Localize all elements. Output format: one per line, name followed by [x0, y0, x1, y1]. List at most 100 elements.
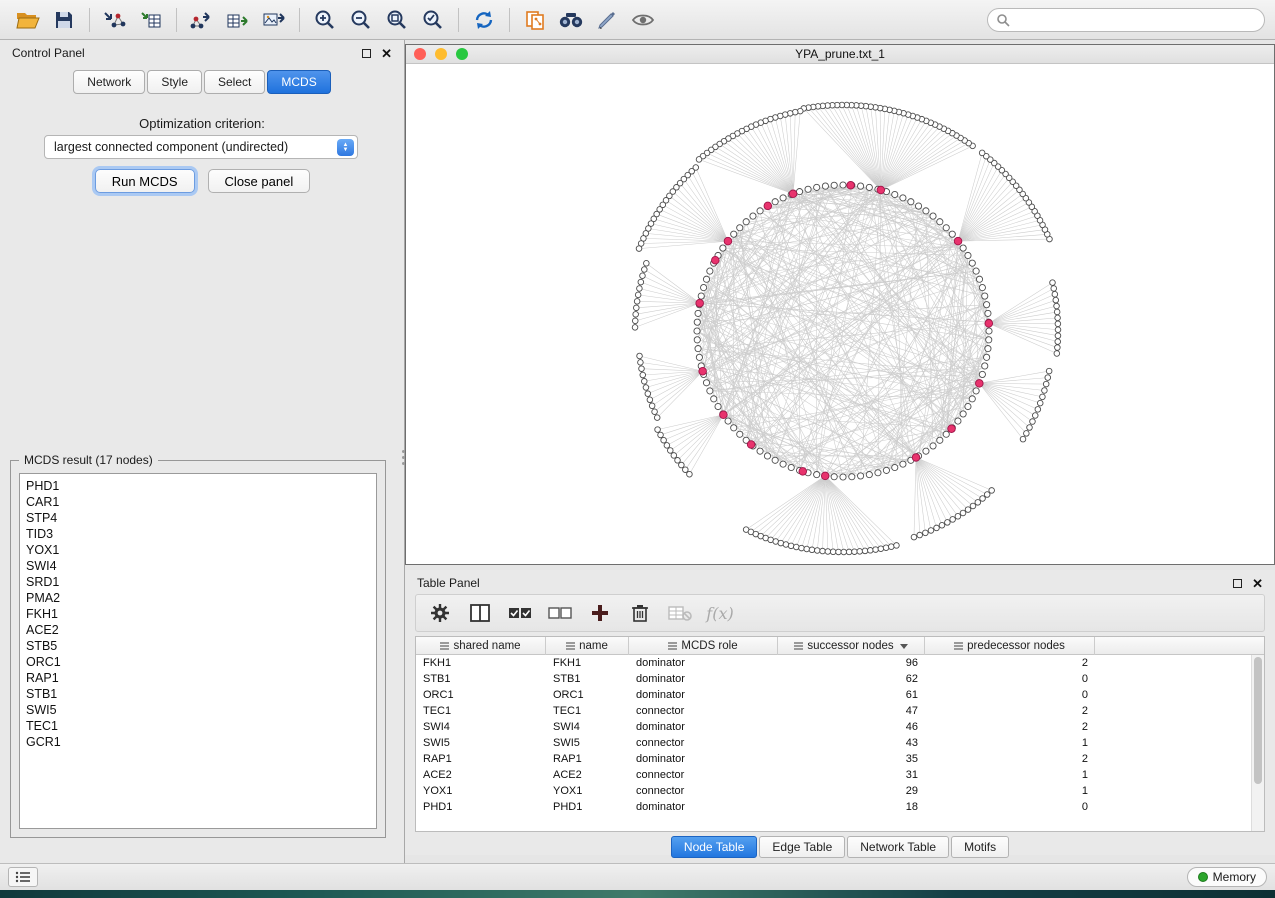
tab-node-table[interactable]: Node Table — [671, 836, 758, 858]
column-options-icon[interactable] — [668, 642, 677, 650]
annotate-icon[interactable] — [589, 5, 625, 35]
dropdown-stepper-icon: ▲▼ — [337, 139, 354, 156]
table-row[interactable]: PHD1PHD1dominator180 — [416, 799, 1264, 815]
table-cell: STB1 — [546, 671, 629, 687]
tab-network[interactable]: Network — [73, 70, 145, 94]
table-row[interactable]: STB1STB1dominator620 — [416, 671, 1264, 687]
mcds-result-item[interactable]: RAP1 — [26, 670, 376, 686]
mcds-result-item[interactable]: STB5 — [26, 638, 376, 654]
open-file-icon[interactable] — [10, 5, 46, 35]
float-panel-icon[interactable] — [362, 49, 371, 58]
mcds-result-item[interactable]: TID3 — [26, 526, 376, 542]
network-titlebar[interactable]: YPA_prune.txt_1 — [406, 45, 1274, 64]
tab-motifs[interactable]: Motifs — [951, 836, 1009, 858]
table-row[interactable]: SWI5SWI5connector431 — [416, 735, 1264, 751]
mcds-result-item[interactable]: PHD1 — [26, 478, 376, 494]
clear-table-icon[interactable] — [668, 601, 692, 625]
first-neighbors-icon[interactable] — [553, 5, 589, 35]
criterion-value: largest connected component (undirected) — [54, 140, 288, 154]
export-network-icon[interactable] — [184, 5, 220, 35]
table-cell: connector — [629, 703, 778, 719]
criterion-dropdown[interactable]: largest connected component (undirected)… — [44, 135, 358, 159]
zoom-out-icon[interactable] — [343, 5, 379, 35]
close-panel-button[interactable]: Close panel — [208, 169, 311, 193]
mcds-result-item[interactable]: PMA2 — [26, 590, 376, 606]
mcds-result-item[interactable]: CAR1 — [26, 494, 376, 510]
run-mcds-button[interactable]: Run MCDS — [95, 169, 195, 193]
table-cell: SWI5 — [546, 735, 629, 751]
toolbar-separator — [89, 8, 90, 32]
table-row[interactable]: RAP1RAP1dominator352 — [416, 751, 1264, 767]
network-graph[interactable] — [406, 64, 1274, 564]
mcds-result-item[interactable]: GCR1 — [26, 734, 376, 750]
column-header-name[interactable]: name — [546, 637, 629, 655]
add-icon[interactable] — [588, 601, 612, 625]
zoom-selected-icon[interactable] — [415, 5, 451, 35]
network-canvas[interactable] — [406, 64, 1274, 564]
zoom-in-icon[interactable] — [307, 5, 343, 35]
select-all-icon[interactable] — [508, 601, 532, 625]
tab-style[interactable]: Style — [147, 70, 202, 94]
table-cell: 96 — [778, 655, 925, 671]
refresh-icon[interactable] — [466, 5, 502, 35]
float-table-panel-icon[interactable] — [1233, 579, 1242, 588]
table-row[interactable]: FKH1FKH1dominator962 — [416, 655, 1264, 671]
mcds-result-item[interactable]: STP4 — [26, 510, 376, 526]
close-table-panel-icon[interactable]: ✕ — [1252, 577, 1263, 590]
table-row[interactable]: ORC1ORC1dominator610 — [416, 687, 1264, 703]
import-network-icon[interactable] — [97, 5, 133, 35]
export-image-icon[interactable] — [256, 5, 292, 35]
import-table-icon[interactable] — [133, 5, 169, 35]
mcds-result-item[interactable]: ORC1 — [26, 654, 376, 670]
column-options-icon[interactable] — [440, 642, 449, 650]
export-table-icon[interactable] — [220, 5, 256, 35]
mcds-result-title: MCDS result (17 nodes) — [19, 453, 158, 467]
table-cell: dominator — [629, 799, 778, 815]
search-box[interactable] — [987, 8, 1265, 32]
mcds-result-item[interactable]: SWI5 — [26, 702, 376, 718]
zoom-fit-icon[interactable] — [379, 5, 415, 35]
mcds-result-item[interactable]: FKH1 — [26, 606, 376, 622]
column-header-shared-name[interactable]: shared name — [416, 637, 546, 655]
deselect-all-icon[interactable] — [548, 601, 572, 625]
table-row[interactable]: YOX1YOX1connector291 — [416, 783, 1264, 799]
delete-icon[interactable] — [628, 601, 652, 625]
tab-mcds[interactable]: MCDS — [267, 70, 330, 94]
save-icon[interactable] — [46, 5, 82, 35]
mcds-result-list[interactable]: PHD1CAR1STP4TID3YOX1SWI4SRD1PMA2FKH1ACE2… — [19, 473, 377, 829]
table-cell: dominator — [629, 719, 778, 735]
table-row[interactable]: TEC1TEC1connector472 — [416, 703, 1264, 719]
mcds-result-item[interactable]: SRD1 — [26, 574, 376, 590]
mcds-result-item[interactable]: ACE2 — [26, 622, 376, 638]
mcds-result-item[interactable]: TEC1 — [26, 718, 376, 734]
mcds-result-item[interactable]: SWI4 — [26, 558, 376, 574]
gear-icon[interactable] — [428, 601, 452, 625]
table-cell: SWI4 — [416, 719, 546, 735]
close-panel-icon[interactable]: ✕ — [381, 47, 392, 60]
tab-select[interactable]: Select — [204, 70, 265, 94]
columns-icon[interactable] — [468, 601, 492, 625]
tab-edge-table[interactable]: Edge Table — [759, 836, 845, 858]
table-row[interactable]: ACE2ACE2connector311 — [416, 767, 1264, 783]
column-options-icon[interactable] — [954, 642, 963, 650]
task-history-button[interactable] — [8, 867, 38, 887]
column-header-successor-nodes[interactable]: successor nodes — [778, 637, 925, 655]
show-hide-icon[interactable] — [625, 5, 661, 35]
table-row[interactable]: SWI4SWI4dominator462 — [416, 719, 1264, 735]
column-options-icon[interactable] — [794, 642, 803, 650]
scrollbar-thumb[interactable] — [1254, 657, 1262, 784]
tab-network-table[interactable]: Network Table — [847, 836, 949, 858]
clone-network-icon[interactable] — [517, 5, 553, 35]
search-input[interactable] — [1015, 13, 1256, 27]
table-scrollbar[interactable] — [1251, 655, 1264, 831]
column-header-predecessor-nodes[interactable]: predecessor nodes — [925, 637, 1095, 655]
table-cell: dominator — [629, 687, 778, 703]
column-options-icon[interactable] — [566, 642, 575, 650]
function-icon[interactable]: f(x) — [708, 601, 732, 625]
table-cell: 31 — [778, 767, 925, 783]
memory-button[interactable]: Memory — [1187, 867, 1267, 887]
column-header-mcds-role[interactable]: MCDS role — [629, 637, 778, 655]
mcds-result-item[interactable]: STB1 — [26, 686, 376, 702]
toolbar-separator — [458, 8, 459, 32]
mcds-result-item[interactable]: YOX1 — [26, 542, 376, 558]
